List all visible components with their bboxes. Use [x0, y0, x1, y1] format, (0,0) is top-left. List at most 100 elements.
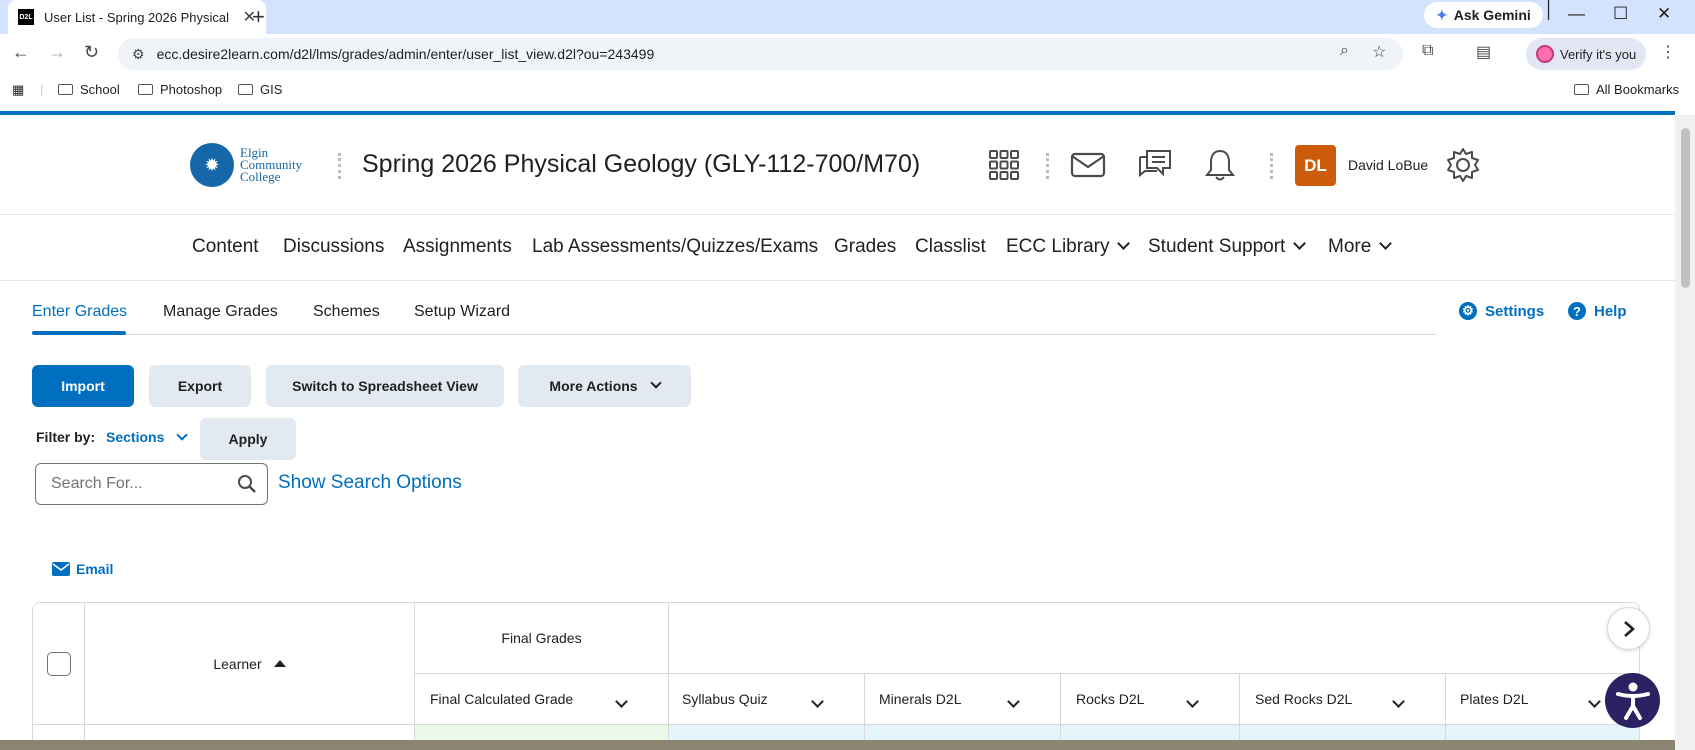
reload-icon[interactable]: ↻ — [84, 42, 99, 63]
course-header: ✹ Elgin Community College Spring 2026 Ph… — [0, 115, 1675, 215]
column-label: Syllabus Quiz — [682, 691, 768, 707]
chevron-down-icon — [1379, 237, 1393, 250]
bookmark-star-icon[interactable]: ☆ — [1372, 42, 1386, 62]
column-label: Sed Rocks D2L — [1255, 691, 1353, 707]
nav-label: Student Support — [1148, 236, 1286, 257]
tab-enter-grades[interactable]: Enter Grades — [32, 303, 127, 321]
url-text[interactable]: ecc.desire2learn.com/d2l/lms/grades/admi… — [157, 46, 655, 62]
user-name[interactable]: David LoBue — [1348, 157, 1428, 173]
apps-grid-icon[interactable]: ▦ — [12, 82, 24, 98]
browser-menu-icon[interactable]: ⋮ — [1660, 42, 1676, 62]
nav-lab-assessments[interactable]: Lab Assessments/Quizzes/Exams — [532, 236, 818, 258]
more-actions-button[interactable]: More Actions — [518, 365, 691, 407]
page-scrollbar[interactable] — [1675, 115, 1695, 750]
chevron-down-icon — [649, 377, 662, 389]
chevron-down-icon[interactable] — [1007, 695, 1020, 708]
ask-gemini-button[interactable]: ✦ Ask Gemini — [1424, 2, 1543, 28]
sort-ascending-icon[interactable] — [273, 660, 286, 667]
column-minerals-d2l[interactable]: Minerals D2L — [865, 674, 1061, 725]
learner-header[interactable]: Learner — [85, 603, 415, 725]
settings-link[interactable]: ⚙ Settings — [1459, 302, 1544, 320]
help-icon: ? — [1568, 302, 1586, 320]
chevron-down-icon[interactable] — [811, 695, 824, 708]
message-alerts-icon[interactable] — [1068, 145, 1108, 185]
scrollbar-thumb[interactable] — [1681, 128, 1690, 288]
user-avatar[interactable]: DL — [1295, 145, 1336, 186]
back-icon[interactable]: ← — [12, 42, 30, 63]
column-rocks-d2l[interactable]: Rocks D2L — [1061, 674, 1240, 725]
select-all-checkbox[interactable] — [46, 651, 71, 676]
chevron-down-icon[interactable] — [615, 695, 628, 708]
nav-content[interactable]: Content — [192, 236, 259, 258]
subscription-alerts-icon[interactable] — [1135, 145, 1175, 185]
nav-student-support[interactable]: Student Support — [1148, 236, 1307, 258]
spreadsheet-view-button[interactable]: Switch to Spreadsheet View — [266, 365, 504, 407]
settings-label: Settings — [1485, 302, 1545, 320]
scroll-table-right-button[interactable] — [1607, 607, 1650, 650]
column-sed-rocks-d2l[interactable]: Sed Rocks D2L — [1240, 674, 1446, 725]
header-divider — [1270, 153, 1273, 179]
chevron-right-icon — [1623, 620, 1635, 637]
all-bookmarks[interactable]: All Bookmarks — [1574, 82, 1679, 97]
nav-classlist[interactable]: Classlist — [915, 236, 986, 258]
nav-ecc-library[interactable]: ECC Library — [1006, 236, 1131, 258]
search-icon[interactable] — [237, 474, 257, 499]
bookmark-school[interactable]: School — [58, 82, 120, 97]
column-label: Plates D2L — [1460, 691, 1529, 707]
import-button[interactable]: Import — [32, 365, 134, 407]
chevron-down-icon[interactable] — [1186, 695, 1199, 708]
final-grades-group-header: Final Grades — [415, 603, 669, 674]
chevron-down-icon[interactable] — [1392, 695, 1405, 708]
bookmark-gis[interactable]: GIS — [238, 82, 282, 97]
header-divider — [338, 153, 341, 179]
learner-header-label: Learner — [213, 655, 262, 672]
address-bar[interactable]: ⚙ ecc.desire2learn.com/d2l/lms/grades/ad… — [118, 38, 1403, 70]
verify-profile-button[interactable]: Verify it's you — [1526, 38, 1646, 70]
extensions-icon[interactable]: ⧉ — [1422, 42, 1433, 60]
browser-tab[interactable]: D2L User List - Spring 2026 Physical ✕ — [8, 0, 266, 34]
nav-label: ECC Library — [1006, 236, 1110, 257]
reading-mode-icon[interactable]: ▤ — [1476, 42, 1491, 62]
apply-button[interactable]: Apply — [200, 418, 296, 460]
nav-discussions[interactable]: Discussions — [283, 236, 384, 258]
folder-icon — [1574, 84, 1589, 95]
close-window-icon[interactable]: ✕ — [1657, 4, 1671, 24]
email-label: Email — [76, 561, 114, 577]
tab-setup-wizard[interactable]: Setup Wizard — [414, 303, 510, 321]
column-syllabus-quiz[interactable]: Syllabus Quiz — [669, 674, 865, 725]
new-tab-button[interactable]: + — [252, 4, 265, 30]
final-grades-label: Final Grades — [501, 630, 582, 646]
zoom-icon[interactable]: ⌕ — [1340, 42, 1349, 60]
browser-toolbar: ← → ↻ ⚙ ecc.desire2learn.com/d2l/lms/gra… — [0, 34, 1695, 74]
bookmark-photoshop[interactable]: Photoshop — [138, 82, 222, 97]
grade-items-group-header — [669, 603, 1639, 674]
course-selector-grid-icon[interactable] — [984, 145, 1024, 185]
forward-icon[interactable]: → — [48, 42, 66, 63]
nav-grades[interactable]: Grades — [834, 236, 896, 258]
maximize-icon[interactable]: ☐ — [1613, 4, 1628, 24]
settings-gear-icon[interactable] — [1443, 145, 1483, 185]
show-search-options-link[interactable]: Show Search Options — [278, 472, 462, 494]
column-final-calculated-grade[interactable]: Final Calculated Grade — [415, 674, 669, 725]
search-input[interactable]: Search For... — [35, 463, 268, 505]
export-button[interactable]: Export — [149, 365, 251, 407]
email-button[interactable]: Email — [52, 561, 113, 577]
update-alerts-bell-icon[interactable] — [1200, 145, 1240, 185]
header-divider — [1046, 153, 1049, 179]
folder-icon — [138, 84, 153, 95]
course-title[interactable]: Spring 2026 Physical Geology (GLY-112-70… — [362, 150, 920, 179]
chevron-down-icon[interactable] — [1588, 695, 1601, 708]
help-link[interactable]: ? Help — [1568, 302, 1627, 320]
tab-schemes[interactable]: Schemes — [313, 303, 380, 321]
nav-assignments[interactable]: Assignments — [403, 236, 512, 258]
sections-filter-dropdown[interactable]: Sections — [106, 429, 188, 445]
college-logo[interactable]: ✹ Elgin Community College — [190, 143, 302, 187]
tab-manage-grades[interactable]: Manage Grades — [163, 303, 278, 321]
accessibility-widget-button[interactable] — [1605, 673, 1660, 728]
accessibility-person-icon — [1615, 682, 1650, 720]
desktop-background-strip — [0, 740, 1675, 750]
grades-subnav: Enter Grades Manage Grades Schemes Setup… — [32, 300, 1436, 335]
site-info-icon[interactable]: ⚙ — [132, 46, 145, 63]
minimize-icon[interactable]: — — [1568, 4, 1585, 24]
nav-more[interactable]: More — [1328, 236, 1393, 258]
